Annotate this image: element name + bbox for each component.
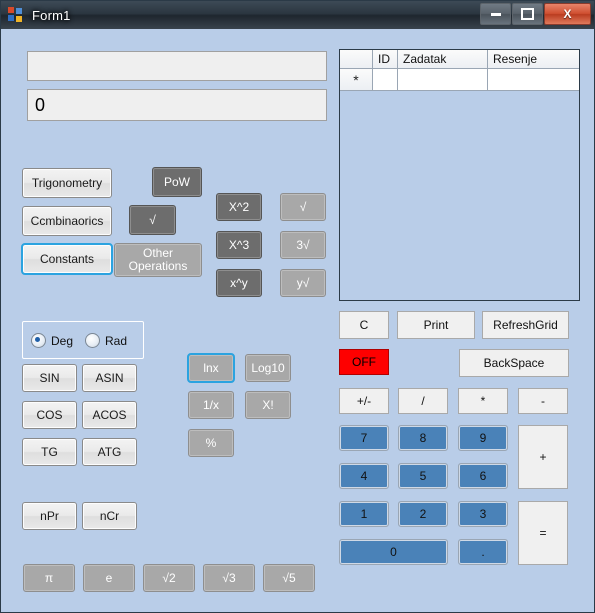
- table-row[interactable]: *: [340, 69, 579, 91]
- digit-3-button[interactable]: 3: [458, 501, 508, 527]
- other-operations-button[interactable]: Other Operations: [114, 243, 202, 277]
- digit-6-button[interactable]: 6: [458, 463, 508, 489]
- digit-4-button[interactable]: 4: [339, 463, 389, 489]
- sqrt3-button[interactable]: √3: [203, 564, 255, 592]
- equals-button[interactable]: =: [518, 501, 568, 565]
- asin-button[interactable]: ASIN: [82, 364, 137, 392]
- ncr-button[interactable]: nCr: [82, 502, 137, 530]
- results-grid[interactable]: ID Zadatak Resenje *: [339, 49, 580, 301]
- digit-9-button[interactable]: 9: [458, 425, 508, 451]
- form-window: Form1 X 0 Trigonometry Ccmbinaorics Cons…: [0, 0, 595, 613]
- digit-0-button[interactable]: 0: [339, 539, 448, 565]
- percent-button[interactable]: %: [188, 429, 234, 457]
- title-bar: Form1 X: [1, 1, 594, 30]
- decimal-point-button[interactable]: .: [458, 539, 508, 565]
- x-squared-button[interactable]: X^2: [216, 193, 262, 221]
- angle-mode-group: Deg Rad: [22, 321, 144, 359]
- pi-button[interactable]: π: [23, 564, 75, 592]
- x-power-y-button[interactable]: x^y: [216, 269, 262, 297]
- tg-button[interactable]: TG: [22, 438, 77, 466]
- minimize-icon[interactable]: [480, 3, 511, 25]
- lnx-button[interactable]: lnx: [187, 353, 235, 383]
- sqrt-button[interactable]: √: [280, 193, 326, 221]
- radio-deg[interactable]: Deg: [31, 333, 73, 348]
- pow-button[interactable]: PoW: [152, 167, 202, 197]
- radio-deg-label: Deg: [51, 333, 74, 348]
- npr-button[interactable]: nPr: [22, 502, 77, 530]
- off-button[interactable]: OFF: [339, 349, 389, 375]
- grid-cell-zadatak[interactable]: [398, 69, 488, 90]
- sqrt5-button[interactable]: √5: [263, 564, 315, 592]
- radio-rad[interactable]: Rad: [85, 333, 127, 348]
- multiply-button[interactable]: *: [458, 388, 508, 414]
- digit-8-button[interactable]: 8: [398, 425, 448, 451]
- digit-1-button[interactable]: 1: [339, 501, 389, 527]
- add-button[interactable]: +: [518, 425, 568, 489]
- radio-rad-dot: [85, 333, 100, 348]
- acos-button[interactable]: ACOS: [82, 401, 137, 429]
- digit-7-button[interactable]: 7: [339, 425, 389, 451]
- constants-button[interactable]: Constants: [21, 243, 113, 275]
- divide-button[interactable]: /: [398, 388, 448, 414]
- grid-col-rowheader[interactable]: [340, 50, 373, 68]
- grid-new-row-marker[interactable]: *: [340, 69, 373, 90]
- reciprocal-button[interactable]: 1/x: [188, 391, 234, 419]
- refresh-grid-button[interactable]: RefreshGrid: [482, 311, 569, 339]
- sign-toggle-button[interactable]: +/-: [339, 388, 389, 414]
- backspace-button[interactable]: BackSpace: [459, 349, 569, 377]
- result-display[interactable]: 0: [27, 89, 327, 121]
- digit-5-button[interactable]: 5: [398, 463, 448, 489]
- y-root-button[interactable]: y√: [280, 269, 326, 297]
- digit-2-button[interactable]: 2: [398, 501, 448, 527]
- clear-button[interactable]: C: [339, 311, 389, 339]
- grid-cell-resenje[interactable]: [488, 69, 579, 90]
- radio-deg-dot: [31, 333, 46, 348]
- close-icon[interactable]: X: [544, 3, 591, 25]
- log10-button[interactable]: Log10: [245, 354, 291, 382]
- window-controls: X: [479, 3, 591, 25]
- grid-col-id[interactable]: ID: [373, 50, 398, 68]
- factorial-button[interactable]: X!: [245, 391, 291, 419]
- grid-col-zadatak[interactable]: Zadatak: [398, 50, 488, 68]
- print-button[interactable]: Print: [397, 311, 475, 339]
- form-app-icon: [8, 7, 24, 23]
- trigonometry-button[interactable]: Trigonometry: [22, 168, 112, 198]
- cube-root-button[interactable]: 3√: [280, 231, 326, 259]
- sqrt-toggle-button[interactable]: √: [129, 205, 176, 235]
- radio-rad-label: Rad: [105, 333, 128, 348]
- sqrt2-button[interactable]: √2: [143, 564, 195, 592]
- cos-button[interactable]: COS: [22, 401, 77, 429]
- e-button[interactable]: e: [83, 564, 135, 592]
- grid-header-row: ID Zadatak Resenje: [340, 50, 579, 69]
- maximize-icon[interactable]: [512, 3, 543, 25]
- atg-button[interactable]: ATG: [82, 438, 137, 466]
- expression-display[interactable]: [27, 51, 327, 81]
- x-cubed-button[interactable]: X^3: [216, 231, 262, 259]
- client-area: 0 Trigonometry Ccmbinaorics Constants Po…: [1, 29, 594, 612]
- grid-col-resenje[interactable]: Resenje: [488, 50, 579, 68]
- sin-button[interactable]: SIN: [22, 364, 77, 392]
- subtract-button[interactable]: -: [518, 388, 568, 414]
- combinatorics-button[interactable]: Ccmbinaorics: [22, 206, 112, 236]
- window-title: Form1: [32, 7, 71, 23]
- grid-cell-id[interactable]: [373, 69, 398, 90]
